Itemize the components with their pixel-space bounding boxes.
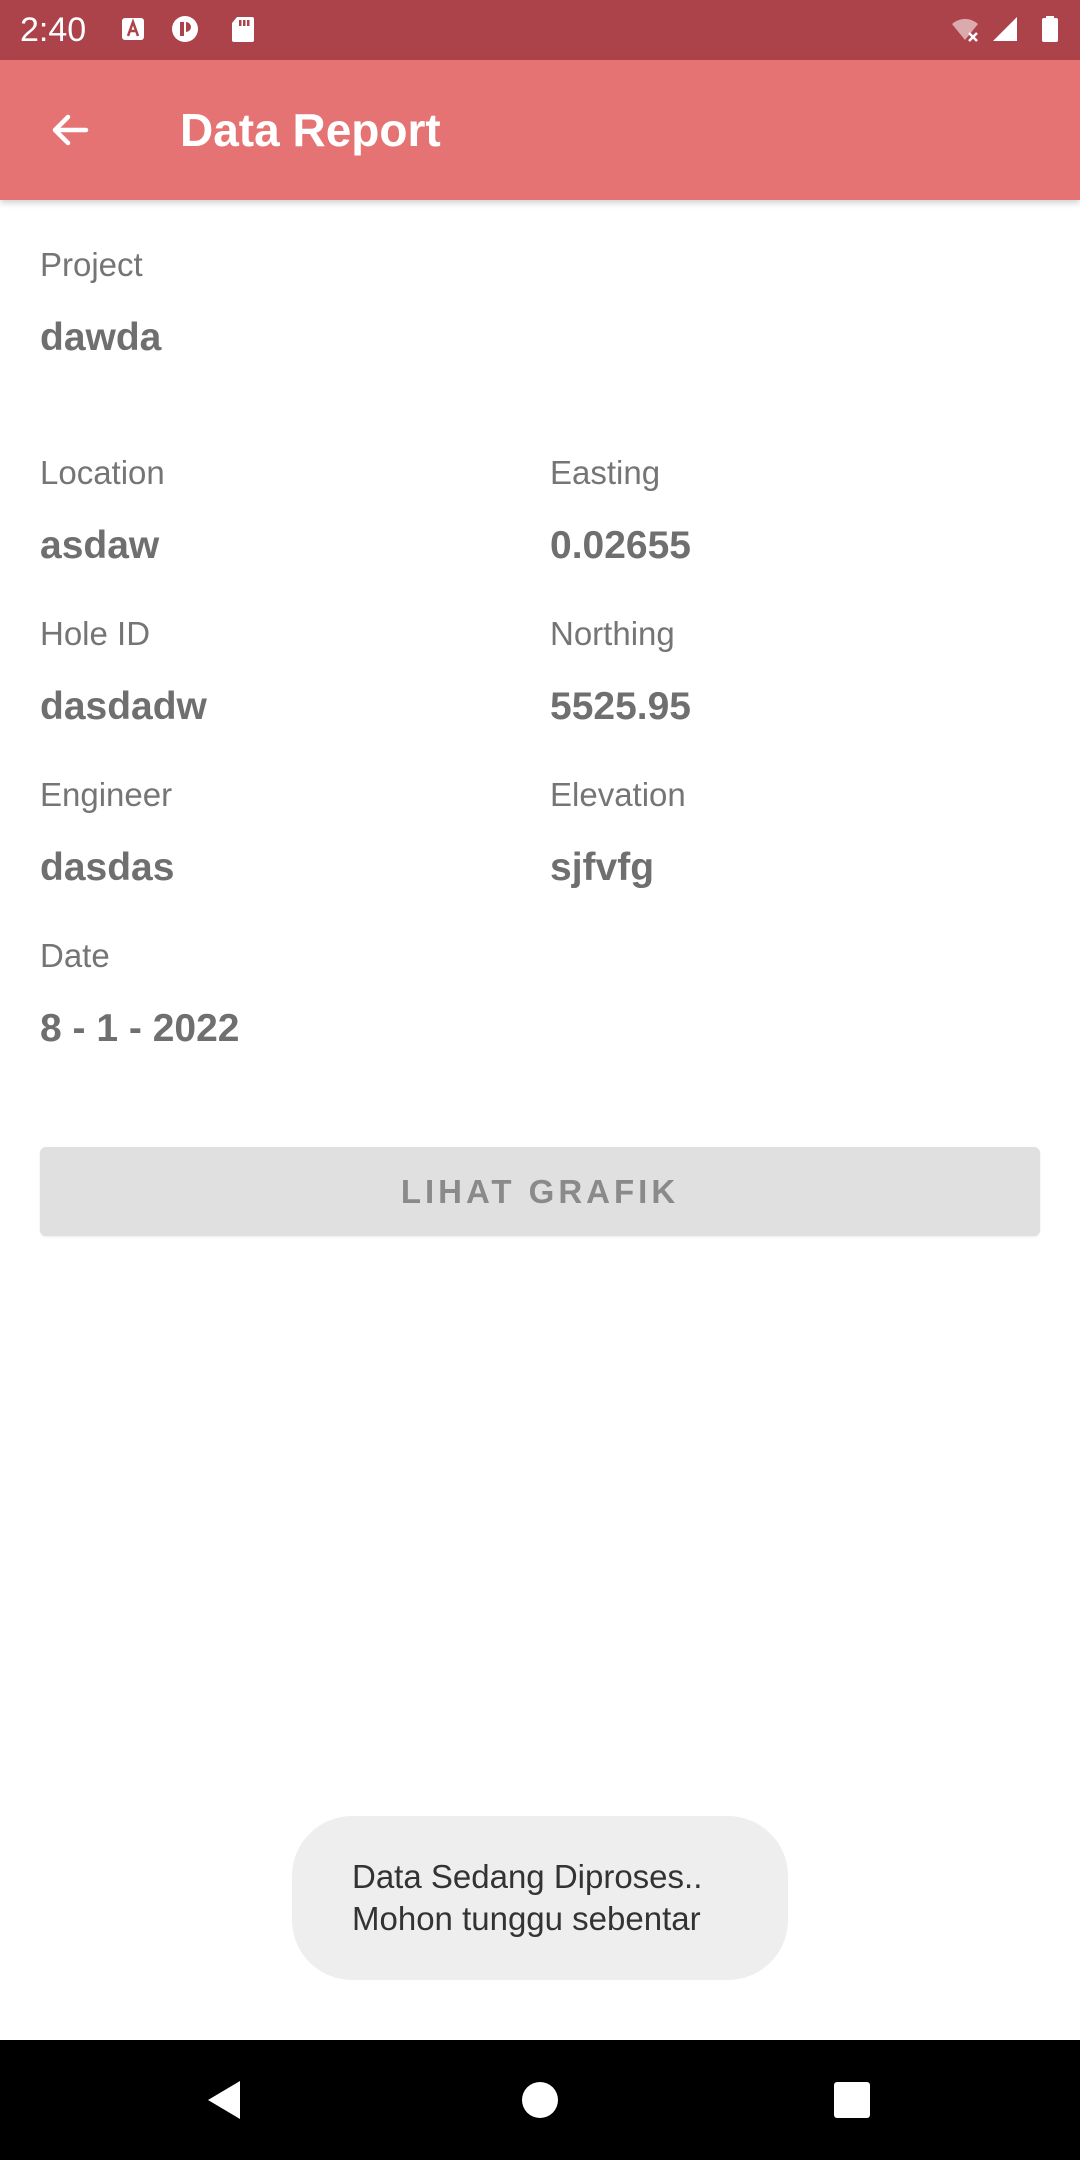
easting-value: 0.02655 — [550, 524, 691, 567]
wifi-off-icon — [950, 14, 980, 44]
elevation-field: Elevation sjfvfg — [550, 775, 686, 891]
toast-line-2: Mohon tunggu sebentar — [352, 1900, 701, 1937]
nav-recents-button[interactable] — [822, 2070, 882, 2130]
date-value: 8 - 1 - 2022 — [40, 1007, 240, 1050]
signal-icon — [990, 14, 1020, 44]
back-triangle-icon — [208, 2081, 240, 2119]
easting-label: Easting — [550, 454, 661, 491]
sd-card-icon — [228, 14, 258, 44]
arrow-back-icon — [52, 114, 89, 146]
status-time: 2:40 — [20, 11, 87, 49]
a-notification-icon — [118, 14, 148, 44]
toast-message: Data Sedang Diproses.. Mohon tunggu sebe… — [292, 1816, 788, 1980]
status-bar: 2:40 — [0, 0, 1080, 60]
hole-id-field: Hole ID dasdadw — [40, 614, 207, 730]
home-circle-icon — [522, 2082, 558, 2118]
engineer-value: dasdas — [40, 846, 175, 889]
project-label: Project — [40, 246, 143, 283]
toast-line-1: Data Sedang Diproses.. — [352, 1858, 703, 1895]
engineer-field: Engineer dasdas — [40, 775, 174, 891]
nav-back-button[interactable] — [195, 2070, 255, 2130]
system-nav-bar — [0, 2040, 1080, 2160]
engineer-label: Engineer — [40, 776, 173, 813]
northing-field: Northing 5525.95 — [550, 614, 691, 730]
location-label: Location — [40, 454, 165, 491]
hole-id-value: dasdadw — [40, 685, 207, 728]
app-bar: Data Report — [0, 60, 1080, 200]
project-value: dawda — [40, 316, 162, 359]
easting-field: Easting 0.02655 — [550, 453, 691, 569]
page-title: Data Report — [180, 104, 441, 156]
northing-label: Northing — [550, 615, 675, 652]
location-field: Location asdaw — [40, 453, 165, 569]
date-label: Date — [40, 937, 110, 974]
view-chart-button[interactable]: LIHAT GRAFIK — [40, 1147, 1040, 1236]
nav-home-button[interactable] — [510, 2070, 570, 2130]
elevation-label: Elevation — [550, 776, 686, 813]
northing-value: 5525.95 — [550, 685, 691, 728]
date-field: Date 8 - 1 - 2022 — [40, 936, 239, 1052]
hole-id-label: Hole ID — [40, 615, 151, 652]
elevation-value: sjfvfg — [550, 846, 655, 889]
location-value: asdaw — [40, 524, 160, 567]
recents-square-icon — [834, 2082, 870, 2118]
back-button[interactable] — [30, 90, 110, 170]
app-notification-icon — [170, 14, 200, 44]
battery-icon — [1035, 14, 1065, 44]
project-field: Project dawda — [40, 245, 161, 361]
